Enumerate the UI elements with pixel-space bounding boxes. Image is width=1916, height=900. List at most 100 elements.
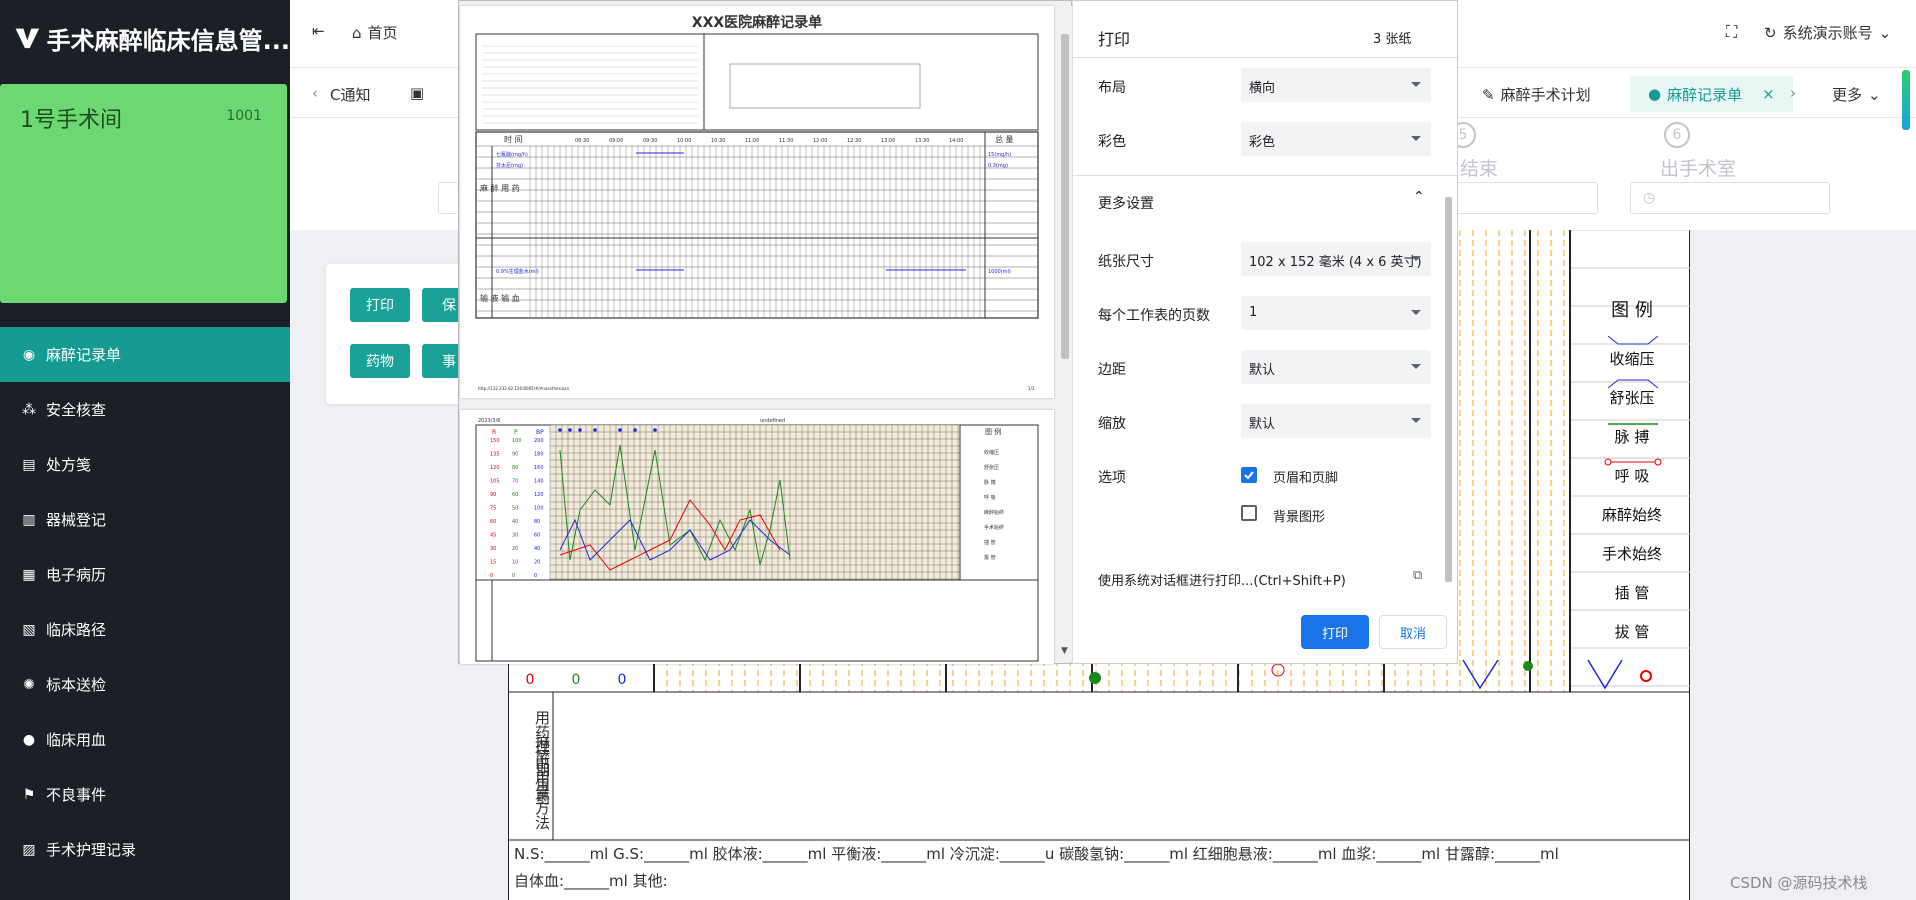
bp-mark <box>1587 659 1623 690</box>
drug-button[interactable]: 药物 <box>350 344 410 378</box>
p2-undefined: undefined <box>760 418 785 424</box>
collapse-menu-icon[interactable]: ⇤ <box>312 22 325 40</box>
account-name: 系统演示账号 <box>1782 24 1873 42</box>
p1-footer-url: http://132.232.82.126:8085/#/Anaesthesia… <box>478 386 570 391</box>
tab-scroll-left-icon[interactable]: ‹ <box>312 84 318 102</box>
sidebar-item-event[interactable]: ⚑ 不良事件 <box>0 767 290 822</box>
home-label: 首页 <box>367 24 398 42</box>
print-button[interactable]: 打印 <box>350 288 410 322</box>
p2-axis-r: 120 <box>490 465 500 471</box>
p2-marker <box>578 428 582 432</box>
checkmark-icon <box>1244 471 1254 480</box>
close-icon[interactable]: × <box>1762 85 1775 103</box>
p1-side-label-1: 麻 醉 用 药 <box>480 183 520 193</box>
preview-scroll-thumb[interactable] <box>1061 34 1069 359</box>
sidebar-item-label: 临床路径 <box>46 621 107 639</box>
external-link-icon[interactable]: ⧉ <box>1413 568 1422 583</box>
system-dialog-link[interactable]: 使用系统对话框进行打印...(Ctrl+Shift+P) <box>1098 570 1346 589</box>
layout-select[interactable]: 横向 <box>1241 68 1431 102</box>
sidebar-item-specimen[interactable]: ✺ 标本送检 <box>0 657 290 712</box>
legend-item: 舒张压 <box>1609 389 1655 407</box>
fluids-line-1: N.S:______ml G.S:______ml 胶体液:______ml 平… <box>514 845 1559 863</box>
paper-size-select[interactable]: 102 x 152 毫米 (4 x 6 英寸) <box>1241 242 1431 276</box>
p2-axis-r: 0 <box>490 573 493 579</box>
sidebar-item-prescription[interactable]: ▤ 处方笺 <box>0 437 290 492</box>
more-tabs-button[interactable]: 更多 ⌄ <box>1832 84 1881 105</box>
sidebar-item-check[interactable]: ⁂ 安全核查 <box>0 382 290 437</box>
chevron-down-icon <box>1411 310 1421 315</box>
chevron-down-icon <box>1411 256 1421 261</box>
check-icon: ⁂ <box>22 401 36 418</box>
color-select[interactable]: 彩色 <box>1241 122 1431 156</box>
margin-select[interactable]: 默认 <box>1241 350 1431 384</box>
legend-item: 收缩压 <box>1609 350 1655 368</box>
record-col-label: 用药理由用量方法 <box>533 710 551 830</box>
blood-icon: ● <box>22 731 36 748</box>
p2-date: 2023/3/6 <box>478 418 500 424</box>
print-settings-dialog: 打印 3 张纸 布局 横向 彩色 彩色 更多设置 ⌃ 纸张尺寸 102 x 15… <box>1072 0 1459 664</box>
p2-marker <box>633 428 637 432</box>
p2-axis-p: 40 <box>512 519 518 525</box>
sidebar-item-nursing[interactable]: ▨ 手术护理记录 <box>0 822 290 877</box>
p2-axis-r: 75 <box>490 506 496 512</box>
step-1-time-input[interactable] <box>438 182 458 214</box>
p1-time-tick: 10:30 <box>711 138 725 144</box>
watermark: CSDN @源码技术栈 <box>1730 874 1868 892</box>
options-label: 选项 <box>1098 470 1126 486</box>
tab-anesthesia-record[interactable]: ● 麻醉记录单 × <box>1630 76 1793 112</box>
fluids-line-2: 自体血:______ml 其他: <box>514 872 668 890</box>
p2-marker <box>593 428 597 432</box>
p2-legend-item: 拔 管 <box>984 554 996 561</box>
sidebar-item-path[interactable]: ▧ 临床路径 <box>0 602 290 657</box>
header-footer-label: 页眉和页脚 <box>1273 471 1339 486</box>
tab-surgery-plan[interactable]: ✎ 麻醉手术计划 <box>1482 84 1591 105</box>
more-settings-toggle[interactable]: 更多设置 <box>1098 193 1154 213</box>
sidebar-item-blood[interactable]: ● 临床用血 <box>0 712 290 767</box>
p2-axis-bp: 20 <box>534 560 540 566</box>
logo-icon <box>15 28 40 49</box>
scale-select[interactable]: 默认 <box>1241 404 1431 438</box>
scroll-down-icon[interactable]: ▼ <box>1061 646 1068 656</box>
p2-axis-bp: 120 <box>534 492 544 498</box>
p1-drug-total: 0.3(mg) <box>988 163 1008 169</box>
p1-time-tick: 12:00 <box>813 138 827 144</box>
prescription-icon: ▤ <box>22 456 36 473</box>
pages-per-sheet-select[interactable]: 1 <box>1241 296 1431 330</box>
fullscreen-icon[interactable]: ⛶ <box>1726 22 1737 42</box>
tab-notice[interactable]: C通知 <box>330 84 370 105</box>
page-scrollbar[interactable] <box>1900 60 1912 900</box>
sidebar-item-label: 安全核查 <box>46 401 107 419</box>
print-confirm-button[interactable]: 打印 <box>1301 615 1369 649</box>
sidebar-item-record[interactable]: ◉ 麻醉记录单 <box>0 327 290 382</box>
p2-axis-p: 70 <box>512 479 518 485</box>
home-icon: ⌂ <box>352 23 362 42</box>
page-scroll-thumb[interactable] <box>1902 70 1910 130</box>
tab-scroll-right-icon[interactable]: › <box>1790 84 1796 102</box>
sheet-count: 3 张纸 <box>1373 32 1412 47</box>
operating-room-card[interactable]: 1号手术间 1001 <box>0 84 287 303</box>
legend-item: 呼 吸 <box>1614 467 1650 485</box>
chevron-up-icon[interactable]: ⌃ <box>1413 189 1425 205</box>
header-footer-checkbox[interactable] <box>1241 467 1257 483</box>
p2-legend-item: 呼 吸 <box>984 494 996 501</box>
sidebar-item-emr[interactable]: ▦ 电子病历 <box>0 547 290 602</box>
step-6-time-input[interactable]: ◷ <box>1630 182 1830 214</box>
margin-value: 默认 <box>1249 363 1276 378</box>
print-cancel-button[interactable]: 取消 <box>1379 615 1447 649</box>
pages-per-sheet-value: 1 <box>1249 305 1258 320</box>
p2-axis-bp: 40 <box>534 546 540 552</box>
preview-scrollbar[interactable]: ▼ <box>1058 6 1072 662</box>
background-graphics-checkbox[interactable] <box>1241 505 1257 521</box>
p1-time-tick: 09:00 <box>609 138 623 144</box>
account-menu[interactable]: ↻ 系统演示账号 ⌄ <box>1764 22 1891 43</box>
print-dialog-title: 打印 <box>1098 30 1131 49</box>
p2-header: BP <box>536 429 544 436</box>
path-icon: ▧ <box>22 621 36 638</box>
sidebar-item-instrument[interactable]: ▥ 器械登记 <box>0 492 290 547</box>
p2-axis-r: 105 <box>490 479 500 485</box>
preview-title: XXX医院麻醉记录单 <box>692 14 822 31</box>
tab-partial[interactable]: ▣ <box>410 84 424 102</box>
home-link[interactable]: ⌂ 首页 <box>352 22 398 43</box>
settings-scrollbar[interactable] <box>1443 59 1453 599</box>
step-6-circle: 6 <box>1664 122 1690 148</box>
